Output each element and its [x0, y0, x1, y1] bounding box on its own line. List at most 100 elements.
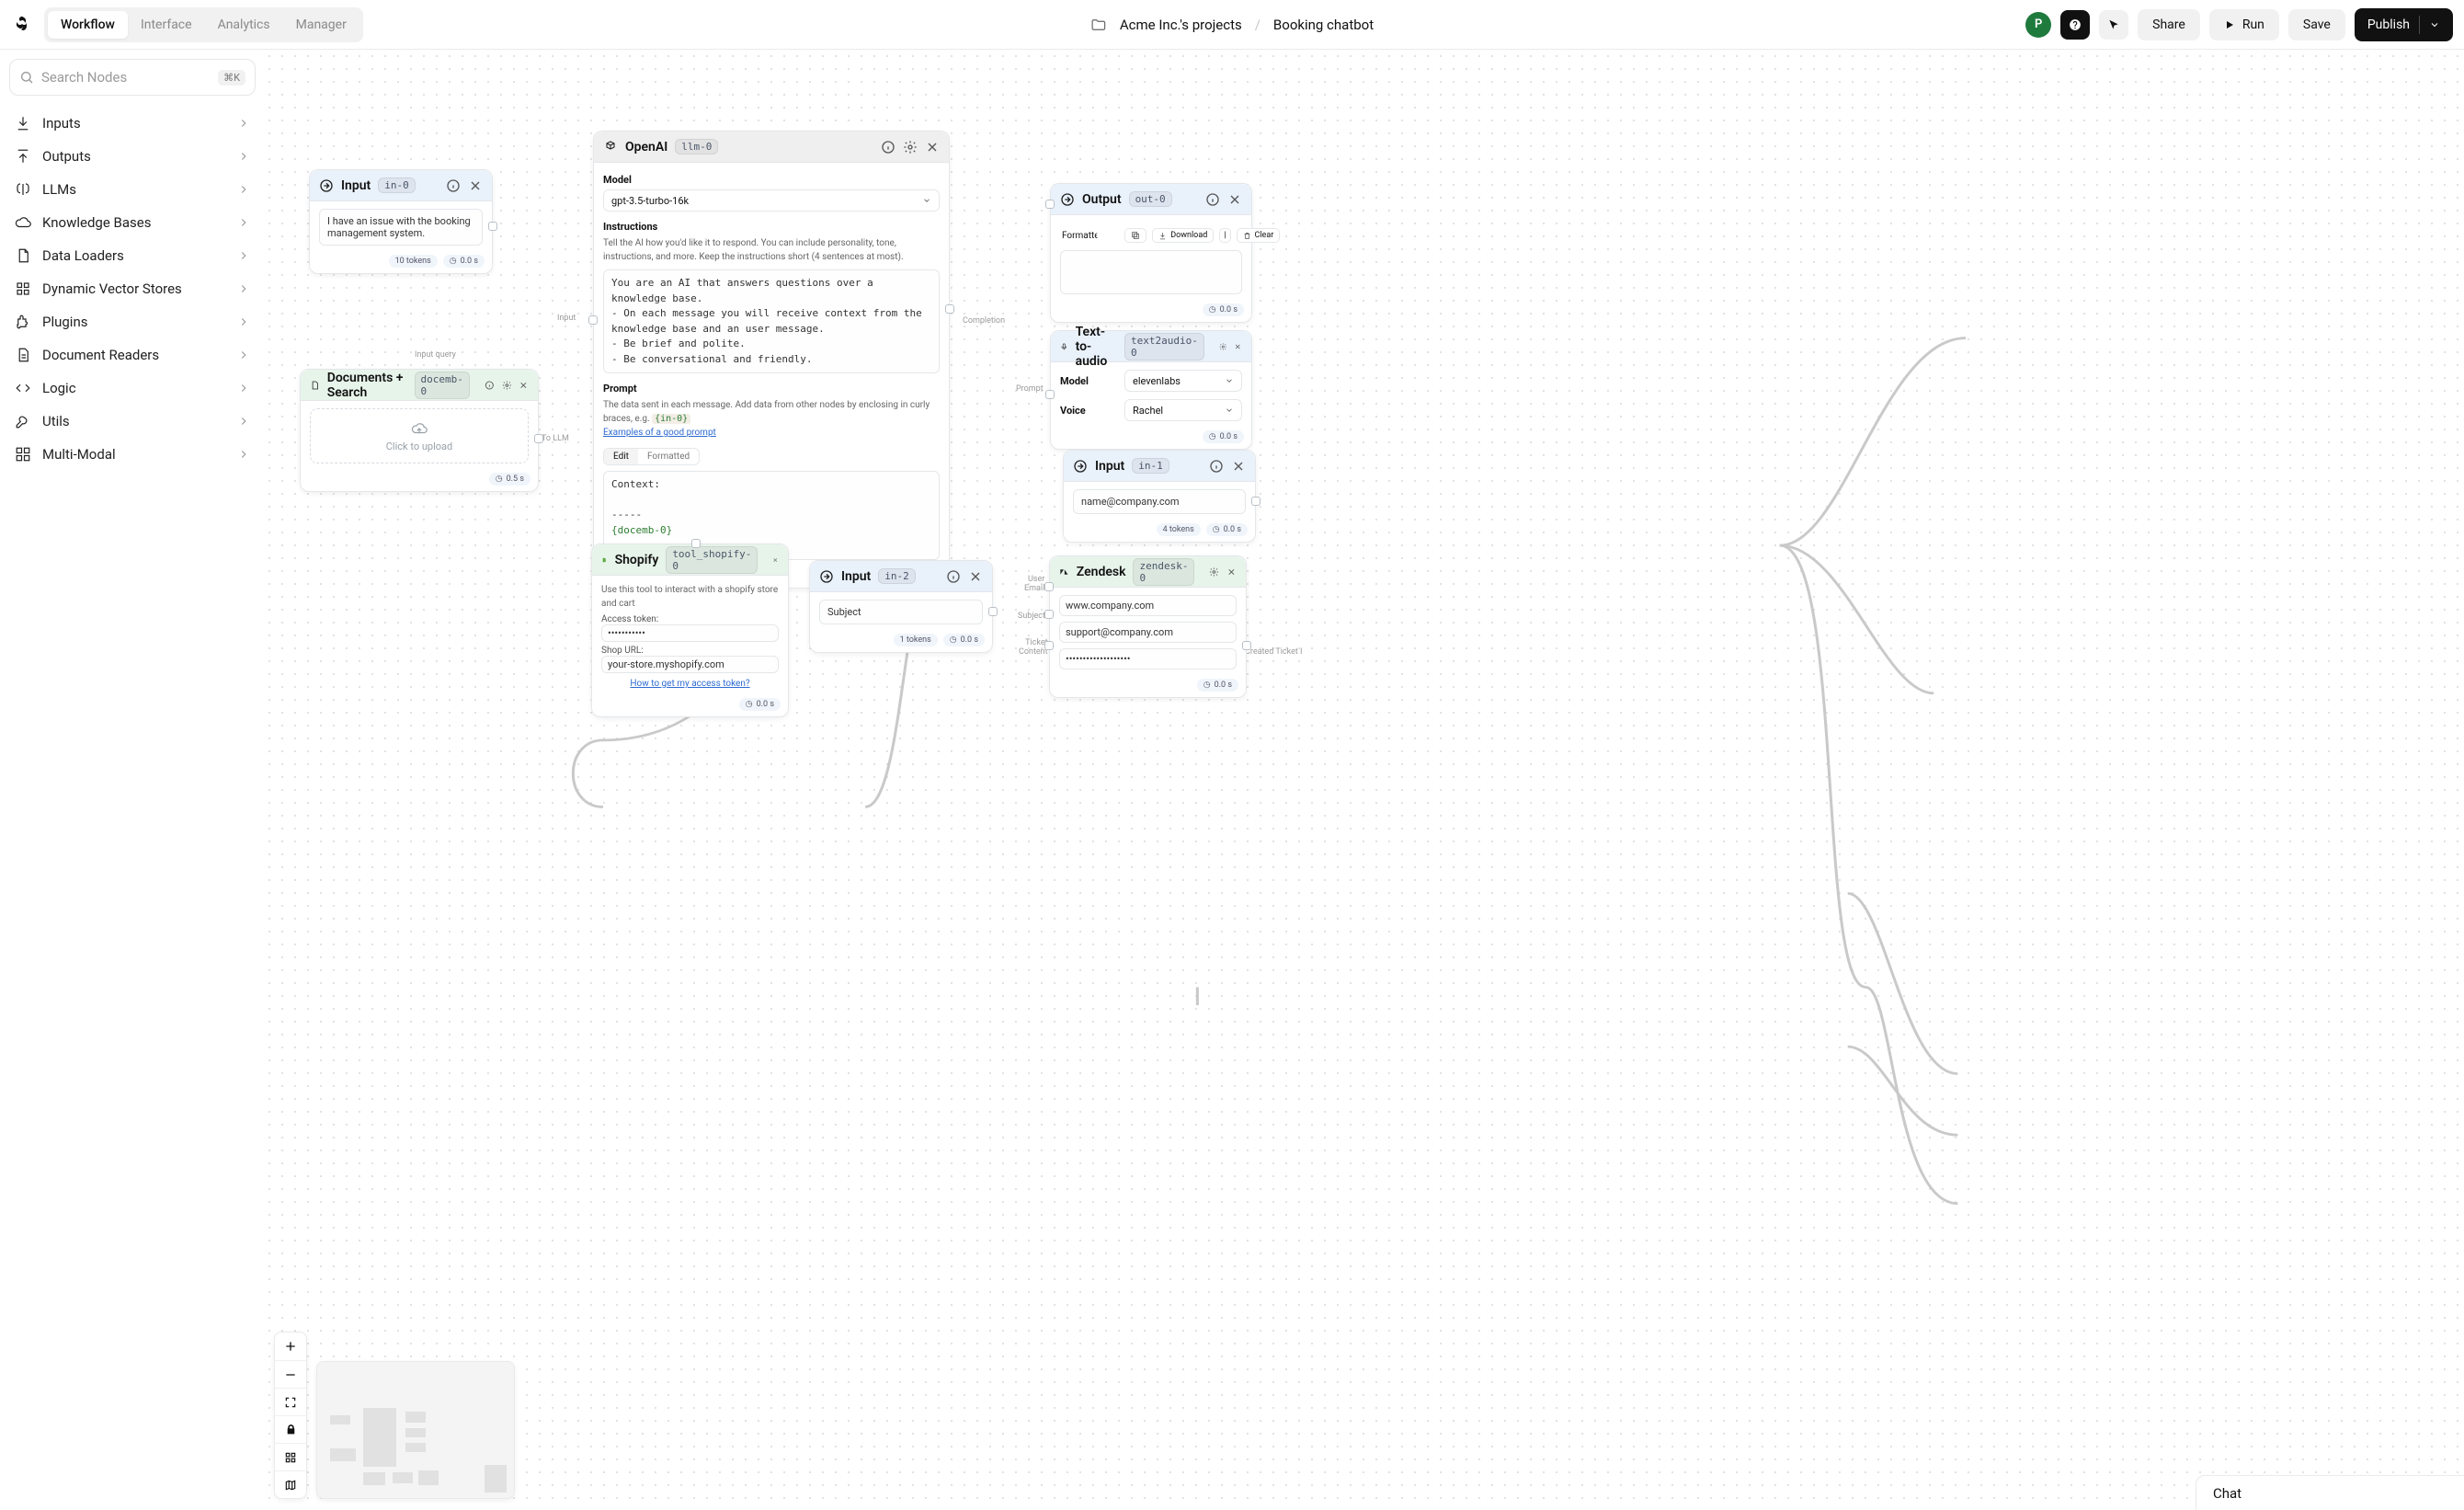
tab-interface[interactable]: Interface: [128, 11, 205, 39]
chat-dock[interactable]: Chat: [2196, 1475, 2464, 1510]
help-button[interactable]: [2060, 10, 2090, 40]
minimap[interactable]: [316, 1361, 515, 1499]
zoom-out-button[interactable]: [275, 1360, 306, 1388]
breadcrumb-project[interactable]: Acme Inc.'s projects: [1120, 17, 1242, 33]
prompt-tab-formatted[interactable]: Formatted: [638, 449, 699, 464]
share-button[interactable]: Share: [2138, 9, 2200, 40]
tab-analytics[interactable]: Analytics: [205, 11, 283, 39]
node-output-0[interactable]: Output out-0 Formatted Download | Clear: [1050, 183, 1252, 323]
separator-button[interactable]: |: [1219, 228, 1230, 243]
node-input-1[interactable]: Input in-1 name@company.com 4 tokens ◷ 0…: [1063, 450, 1256, 543]
close-icon[interactable]: [1234, 339, 1242, 354]
search-input[interactable]: Search Nodes ⌘K: [9, 59, 256, 96]
voice-select[interactable]: Rachel: [1124, 399, 1242, 421]
run-button[interactable]: Run: [2209, 9, 2279, 40]
info-icon[interactable]: [1205, 192, 1220, 207]
output-port[interactable]: [988, 607, 998, 616]
input-port[interactable]: [588, 315, 598, 325]
shopify-help-link[interactable]: How to get my access token?: [601, 679, 779, 689]
copy-button[interactable]: [1124, 228, 1146, 243]
shop-url-field[interactable]: your-store.myshopify.com: [601, 656, 779, 673]
chevron-right-icon: [237, 216, 250, 229]
cursor-button[interactable]: [2099, 10, 2128, 40]
input-port[interactable]: [1045, 200, 1055, 209]
output-port[interactable]: [945, 304, 954, 314]
node-input-0[interactable]: Input in-0 I have an issue with the book…: [309, 169, 493, 274]
output-port[interactable]: [534, 434, 543, 443]
input-port-2[interactable]: [1044, 610, 1054, 619]
sidebar-item-llms[interactable]: LLMs: [9, 173, 256, 206]
close-icon[interactable]: [519, 378, 529, 393]
instructions-textarea[interactable]: You are an AI that answers questions ove…: [603, 269, 940, 373]
close-icon[interactable]: [1226, 565, 1237, 579]
sidebar-item-dynamic-vector-stores[interactable]: Dynamic Vector Stores: [9, 272, 256, 305]
zendesk-email-field[interactable]: support@company.com: [1059, 622, 1237, 643]
info-icon[interactable]: [1209, 459, 1224, 474]
sidebar-item-inputs[interactable]: Inputs: [9, 107, 256, 140]
publish-button[interactable]: Publish: [2355, 8, 2453, 41]
clear-button[interactable]: Clear: [1237, 228, 1281, 243]
sidebar-item-multi-modal[interactable]: Multi-Modal: [9, 438, 256, 471]
model-select[interactable]: elevenlabs: [1124, 370, 1242, 392]
output-port[interactable]: [1251, 497, 1261, 506]
gear-icon[interactable]: [502, 378, 512, 393]
model-select[interactable]: gpt-3.5-turbo-16k: [603, 189, 940, 212]
sidebar-item-data-loaders[interactable]: Data Loaders: [9, 239, 256, 272]
tab-manager[interactable]: Manager: [283, 11, 359, 39]
input-port-3[interactable]: [1044, 641, 1054, 650]
node-documents-search[interactable]: Documents + Search docemb-0 Click to upl…: [300, 369, 539, 492]
save-button[interactable]: Save: [2288, 9, 2345, 40]
sidebar-item-logic[interactable]: Logic: [9, 372, 256, 405]
access-token-field[interactable]: •••••••••••: [601, 624, 779, 642]
close-icon[interactable]: [1227, 192, 1242, 207]
avatar[interactable]: P: [2025, 12, 2051, 38]
close-icon[interactable]: [925, 140, 940, 154]
close-icon[interactable]: [772, 553, 779, 567]
node-zendesk[interactable]: Zendesk zendesk-0 www.company.com suppor…: [1049, 555, 1247, 698]
node-text-to-audio[interactable]: Text-to-audio text2audio-0 Model elevenl…: [1050, 330, 1252, 450]
breadcrumb-page[interactable]: Booking chatbot: [1273, 17, 1374, 33]
info-icon[interactable]: [946, 569, 961, 584]
sidebar-item-plugins[interactable]: Plugins: [9, 305, 256, 338]
sidebar-item-knowledge-bases[interactable]: Knowledge Bases: [9, 206, 256, 239]
input-port[interactable]: [1045, 390, 1055, 399]
zendesk-url-field[interactable]: www.company.com: [1059, 595, 1237, 616]
close-icon[interactable]: [468, 178, 483, 193]
gear-icon[interactable]: [1219, 339, 1227, 354]
canvas[interactable]: Input Input query To LLM Completion Prom…: [263, 50, 2464, 1510]
lock-button[interactable]: [275, 1415, 306, 1443]
io-port[interactable]: [691, 539, 701, 548]
zendesk-password-field[interactable]: •••••••••••••••••••: [1059, 648, 1237, 669]
input-text-field[interactable]: Subject: [819, 600, 983, 624]
input-port-1[interactable]: [1044, 582, 1054, 591]
output-port[interactable]: [488, 222, 497, 231]
tab-workflow[interactable]: Workflow: [48, 11, 128, 39]
gear-icon[interactable]: [903, 140, 918, 154]
fit-button[interactable]: [275, 1388, 306, 1415]
map-button[interactable]: [275, 1470, 306, 1498]
node-input-2[interactable]: Input in-2 Subject 1 tokens ◷ 0.0 s: [809, 560, 993, 653]
upload-dropzone[interactable]: Click to upload: [310, 408, 529, 463]
node-shopify[interactable]: Shopify tool_shopify-0 Use this tool to …: [591, 543, 789, 717]
output-port[interactable]: [1242, 641, 1251, 650]
sidebar-item-utils[interactable]: Utils: [9, 405, 256, 438]
node-openai[interactable]: OpenAI llm-0 Model gpt-3.5-turbo-16k Ins…: [593, 131, 950, 589]
gear-icon[interactable]: [1209, 565, 1219, 579]
prompt-tab-edit[interactable]: Edit: [604, 449, 638, 464]
input-text-field[interactable]: I have an issue with the booking managem…: [319, 209, 483, 246]
download-button[interactable]: Download: [1152, 228, 1214, 243]
sidebar-item-outputs[interactable]: Outputs: [9, 140, 256, 173]
copy-icon: [1131, 231, 1140, 240]
cloud-upload-icon: [411, 420, 428, 437]
input-text-field[interactable]: name@company.com: [1073, 489, 1246, 514]
close-icon[interactable]: [968, 569, 983, 584]
info-icon[interactable]: [446, 178, 461, 193]
port-label-user-email: User Email: [1024, 575, 1044, 593]
grid-button[interactable]: [275, 1443, 306, 1470]
info-icon[interactable]: [881, 140, 895, 154]
sidebar-item-document-readers[interactable]: Document Readers: [9, 338, 256, 372]
zoom-in-button[interactable]: [275, 1333, 306, 1360]
close-icon[interactable]: [1231, 459, 1246, 474]
info-icon[interactable]: [485, 378, 495, 393]
prompt-example-link[interactable]: Examples of a good prompt: [603, 428, 716, 438]
